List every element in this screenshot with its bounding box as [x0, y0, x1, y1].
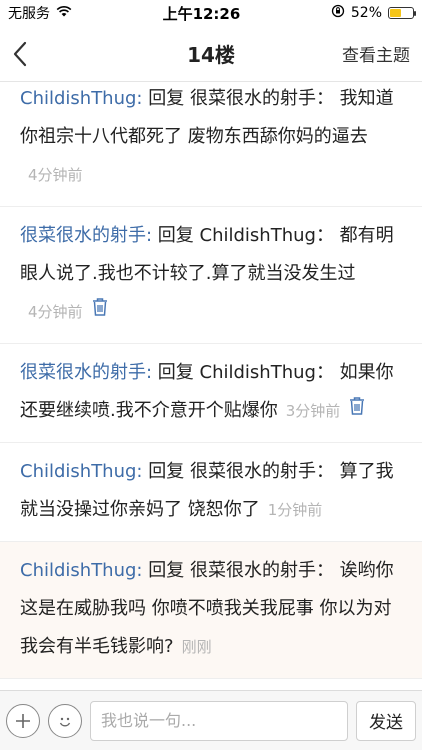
comment-list: ChildishThug: 回复 很菜很水的射手： 我知道你祖宗十八代都死了 废… [0, 82, 422, 690]
rotation-lock-icon [331, 4, 345, 22]
comment-time: 4分钟前 [28, 303, 83, 321]
comment-list-inner: ChildishThug: 回复 很菜很水的射手： 我知道你祖宗十八代都死了 废… [0, 82, 422, 679]
clock: 上午12:26 [162, 4, 241, 23]
back-button[interactable] [12, 34, 52, 74]
status-right: 52% [331, 4, 416, 22]
comment-author[interactable]: 很菜很水的射手: [20, 362, 152, 383]
reply-bar: 发送 [0, 690, 422, 750]
emoji-button[interactable] [48, 703, 82, 738]
reply-input[interactable] [90, 700, 348, 741]
delete-button[interactable] [91, 293, 109, 331]
delete-button[interactable] [348, 392, 366, 430]
plus-icon [16, 713, 30, 728]
nav-bar: 14楼 查看主题 [0, 26, 422, 82]
comment-item[interactable]: 很菜很水的射手: 回复 ChildishThug： 都有明眼人说了.我也不计较了… [0, 207, 422, 344]
trash-icon [92, 298, 107, 316]
view-topic-button[interactable]: 查看主题 [342, 41, 410, 66]
comment-item[interactable]: ChildishThug: 回复 很菜很水的射手： 诶哟你这是在威胁我吗 你喷不… [0, 542, 422, 679]
wifi-icon [56, 5, 72, 21]
add-button[interactable] [6, 703, 40, 738]
chevron-left-icon [13, 41, 27, 66]
comment-author[interactable]: 很菜很水的射手: [20, 225, 152, 246]
status-bar: 无服务 上午12:26 52% [0, 0, 422, 26]
status-left: 无服务 [8, 3, 72, 23]
comment-time: 3分钟前 [285, 402, 341, 420]
comment-time: 4分钟前 [28, 166, 83, 184]
comment-item[interactable]: ChildishThug: 回复 很菜很水的射手： 算了我就当没操过你亲妈了 饶… [0, 443, 422, 542]
smiley-icon [59, 717, 71, 726]
comment-item[interactable]: 很菜很水的射手: 回复 ChildishThug： 如果你还要继续喷.我不介意开… [0, 344, 422, 443]
comment-item[interactable]: ChildishThug: 回复 很菜很水的射手： 我知道你祖宗十八代都死了 废… [0, 82, 422, 207]
send-button[interactable]: 发送 [356, 700, 416, 741]
battery-percent: 52% [350, 5, 382, 21]
carrier-label: 无服务 [8, 6, 50, 22]
trash-icon [350, 397, 365, 415]
comment-time: 刚刚 [181, 638, 212, 656]
comment-author[interactable]: ChildishThug: [20, 88, 143, 109]
battery-level [390, 9, 402, 17]
battery-icon [388, 7, 416, 19]
comment-author[interactable]: ChildishThug: [20, 560, 143, 581]
comment-time: 1分钟前 [267, 501, 323, 519]
comment-author[interactable]: ChildishThug: [20, 461, 143, 482]
